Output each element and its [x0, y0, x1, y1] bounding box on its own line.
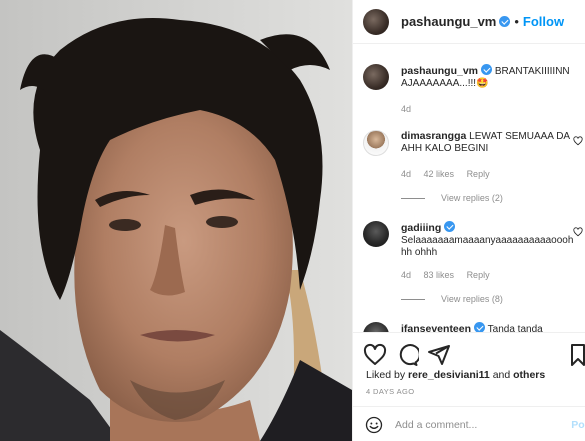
- liked-by-suffix: and: [492, 369, 511, 381]
- list-item: ifanseventeen Tanda tanda: [363, 322, 583, 348]
- liked-by-prefix: Liked by: [366, 369, 406, 381]
- emoji-icon[interactable]: [365, 416, 383, 434]
- add-comment-bar: Post: [353, 406, 585, 441]
- like-comment-heart-icon[interactable]: [573, 227, 583, 237]
- comment-age[interactable]: 4d: [401, 270, 411, 280]
- comment-username[interactable]: dimasrangga: [401, 130, 466, 142]
- post-details-panel: pashaungu_vm • Follow pashaungu_vm BRANT…: [352, 0, 585, 441]
- comment-icon[interactable]: [395, 343, 419, 367]
- divider: [401, 298, 425, 300]
- view-replies-button[interactable]: View replies (2): [401, 193, 503, 203]
- caption-text: pashaungu_vm BRANTAKIIIIINN AJAAAAAAA...…: [401, 64, 576, 90]
- liked-by-user[interactable]: rere_desiviani11: [408, 369, 490, 381]
- post-button[interactable]: Post: [571, 419, 585, 431]
- action-icons: [363, 343, 459, 367]
- comment-username[interactable]: gadiiing: [401, 222, 441, 234]
- verified-badge-icon: [481, 64, 493, 75]
- caption: pashaungu_vm BRANTAKIIIIINN AJAAAAAAA...…: [363, 64, 583, 114]
- like-comment-heart-icon[interactable]: [573, 136, 583, 146]
- verified-badge-icon: [499, 16, 511, 27]
- comment-likes[interactable]: 83 likes: [424, 270, 455, 280]
- post-photo[interactable]: [0, 0, 352, 441]
- caption-meta: 4d: [401, 104, 421, 114]
- avatar[interactable]: [363, 64, 389, 90]
- comment-input[interactable]: [395, 418, 555, 431]
- reply-button[interactable]: Reply: [467, 270, 490, 280]
- list-item: gadiiing Selaaaaaaamaaaanyaaaaaaaaaaoooh…: [363, 221, 583, 304]
- avatar[interactable]: [363, 8, 389, 35]
- reply-button[interactable]: Reply: [467, 169, 490, 179]
- post-header: pashaungu_vm • Follow: [353, 0, 585, 44]
- portrait-illustration: [0, 0, 352, 441]
- verified-badge-icon: [444, 221, 456, 232]
- comment-message: Selaaaaaaamaaaanyaaaaaaaaaaooohhh ohhh: [401, 235, 574, 258]
- comment-age[interactable]: 4d: [401, 169, 411, 179]
- bookmark-icon[interactable]: [570, 343, 585, 367]
- liked-by-others[interactable]: others: [513, 369, 545, 381]
- view-replies-button[interactable]: View replies (8): [401, 294, 503, 304]
- comment-text: gadiiing Selaaaaaaamaaaanyaaaaaaaaaaoooh…: [401, 221, 576, 259]
- avatar[interactable]: [363, 221, 389, 247]
- share-icon[interactable]: [427, 343, 451, 367]
- caption-age[interactable]: 4d: [401, 104, 411, 114]
- post-actions: Liked by rere_desiviani11 and others 4 D…: [353, 332, 585, 441]
- caption-username[interactable]: pashaungu_vm: [401, 65, 478, 77]
- post-date[interactable]: 4 DAYS AGO: [366, 387, 414, 396]
- follow-button[interactable]: Follow: [523, 14, 564, 29]
- comment-likes[interactable]: 42 likes: [424, 169, 455, 179]
- view-replies-label: View replies (2): [441, 193, 503, 203]
- avatar[interactable]: [363, 130, 389, 156]
- separator-dot: •: [514, 14, 519, 29]
- liked-by-summary: Liked by rere_desiviani11 and others: [366, 369, 545, 381]
- divider: [401, 197, 425, 199]
- comment-meta: 4d 83 likes Reply: [401, 270, 500, 280]
- heart-icon[interactable]: [363, 343, 387, 367]
- list-item: dimasrangga LEWAT SEMUAAA DAAHH KALO BEG…: [363, 130, 583, 210]
- view-replies-label: View replies (8): [441, 294, 503, 304]
- comment-text: dimasrangga LEWAT SEMUAAA DAAHH KALO BEG…: [401, 130, 576, 155]
- author-username[interactable]: pashaungu_vm: [401, 14, 496, 29]
- comment-meta: 4d 42 likes Reply: [401, 169, 500, 179]
